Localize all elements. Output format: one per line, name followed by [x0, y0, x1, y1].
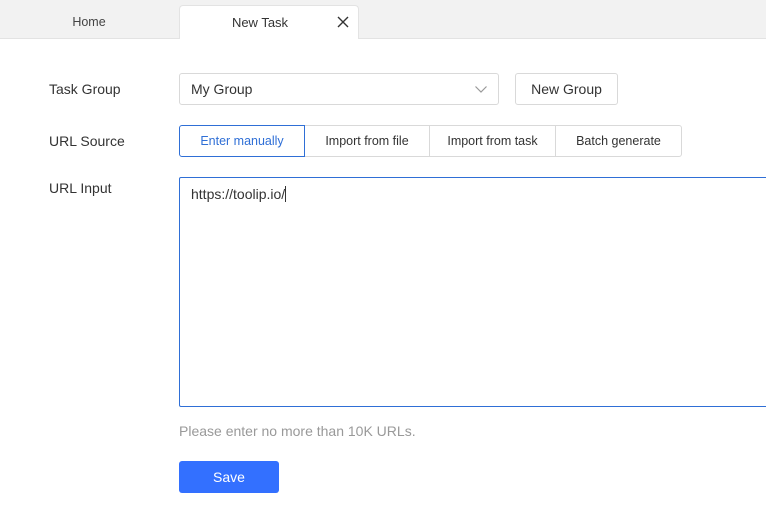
tab-new-task[interactable]: New Task	[179, 5, 359, 39]
tab-home[interactable]: Home	[0, 0, 178, 38]
save-button[interactable]: Save	[179, 461, 279, 493]
tab-home-label: Home	[72, 15, 106, 29]
task-group-select[interactable]: My Group	[179, 73, 499, 105]
url-input-label: URL Input	[49, 180, 112, 196]
close-icon[interactable]	[336, 15, 350, 29]
chevron-down-icon	[475, 86, 487, 93]
text-cursor	[285, 186, 287, 202]
url-source-segmented-control: Enter manually Import from file Import f…	[179, 125, 682, 157]
new-group-button[interactable]: New Group	[515, 73, 618, 105]
url-input-hint: Please enter no more than 10K URLs.	[179, 423, 416, 439]
tab-new-task-label: New Task	[231, 15, 289, 30]
task-group-label: Task Group	[49, 81, 121, 97]
url-input-textarea[interactable]: https://toolip.io/	[179, 177, 766, 407]
task-group-selected-value: My Group	[191, 81, 253, 97]
url-source-option-import-task[interactable]: Import from task	[429, 125, 556, 157]
url-source-option-import-file[interactable]: Import from file	[304, 125, 430, 157]
url-source-option-batch-generate[interactable]: Batch generate	[555, 125, 682, 157]
tab-bar: Home New Task	[0, 0, 766, 39]
url-source-option-enter-manually[interactable]: Enter manually	[179, 125, 305, 157]
url-source-label: URL Source	[49, 133, 125, 149]
url-input-value: https://toolip.io/	[191, 186, 286, 202]
